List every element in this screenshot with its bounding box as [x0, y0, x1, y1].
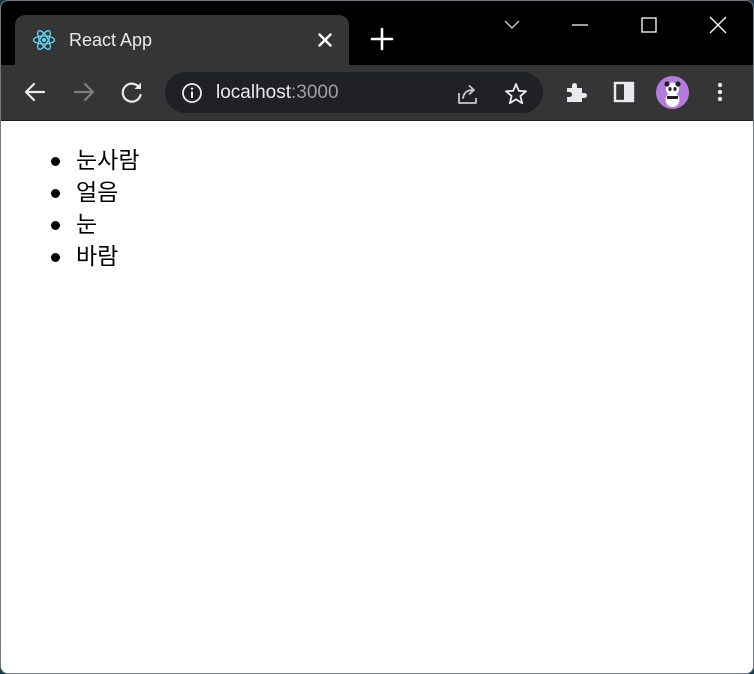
bookmark-star-icon[interactable] — [503, 81, 529, 107]
extensions-puzzle-icon[interactable] — [562, 78, 590, 106]
site-info-icon[interactable] — [181, 82, 203, 104]
list-item-label: 눈사람 — [76, 148, 140, 174]
url-text[interactable]: localhost:3000 — [216, 81, 339, 105]
list-item: 눈 — [51, 209, 139, 241]
url-port: :3000 — [291, 82, 339, 103]
browser-window: React App localhost:3000 눈사람 얼음 눈 바람 — [0, 0, 754, 674]
list-item: 바람 — [51, 241, 139, 273]
close-tab-icon[interactable] — [313, 28, 337, 52]
tab-title: React App — [69, 30, 153, 50]
page-viewport: 눈사람 얼음 눈 바람 — [1, 121, 753, 673]
item-list: 눈사람 얼음 눈 바람 — [51, 145, 140, 273]
side-panel-icon[interactable] — [610, 78, 638, 106]
tab-react-app[interactable]: React App — [15, 15, 349, 65]
back-icon[interactable] — [21, 78, 49, 106]
list-item-label: 바람 — [76, 244, 119, 270]
list-item-label: 눈 — [76, 212, 98, 238]
list-item-label: 얼음 — [76, 180, 119, 206]
close-window-icon[interactable] — [704, 11, 732, 39]
new-tab-icon[interactable] — [368, 25, 396, 53]
list-item: 눈사람 — [51, 145, 140, 177]
bullet-icon — [51, 189, 60, 198]
share-icon[interactable] — [455, 81, 481, 107]
reload-icon[interactable] — [118, 78, 146, 106]
forward-icon[interactable] — [70, 78, 98, 106]
maximize-icon[interactable] — [635, 11, 663, 39]
address-bar[interactable]: localhost:3000 — [165, 72, 543, 113]
react-logo-icon — [32, 28, 56, 52]
bullet-icon — [51, 221, 60, 230]
url-host: localhost — [216, 82, 291, 103]
tab-strip: React App — [1, 1, 753, 65]
browser-toolbar: localhost:3000 — [1, 65, 753, 121]
profile-avatar[interactable] — [656, 76, 689, 109]
minimize-icon[interactable] — [566, 11, 594, 39]
tab-search-icon[interactable] — [498, 11, 526, 39]
bullet-icon — [51, 253, 60, 262]
list-item: 얼음 — [51, 177, 139, 209]
menu-kebab-icon[interactable] — [706, 78, 734, 106]
bullet-icon — [51, 157, 60, 166]
